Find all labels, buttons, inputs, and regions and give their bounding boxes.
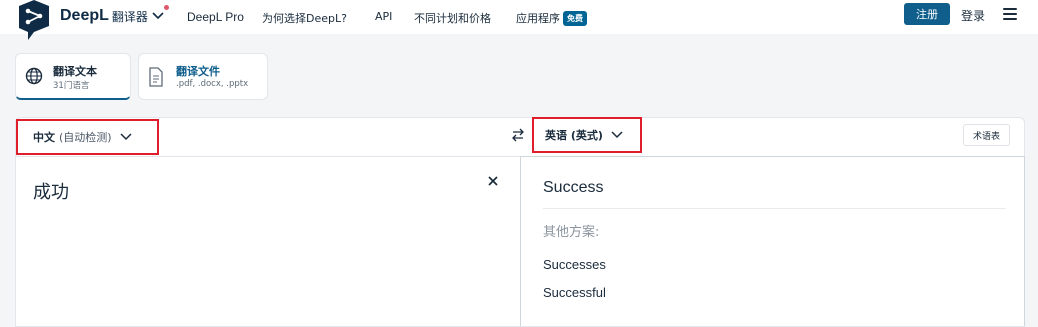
- tab-translate-files[interactable]: 翻译文件 .pdf, .docx, .pptx: [138, 53, 268, 100]
- target-language: 英语 (英式): [545, 129, 603, 142]
- source-language-select[interactable]: 中文 (自动检测): [16, 119, 159, 155]
- nav-apps-label: 应用程序: [516, 12, 560, 25]
- nav-api[interactable]: API: [375, 10, 392, 23]
- nav-why-deepl[interactable]: 为何选择DeepL?: [262, 10, 347, 26]
- brand-name: DeepL: [60, 7, 109, 24]
- chevron-down-icon: [120, 133, 132, 141]
- globe-icon: [25, 67, 43, 85]
- hamburger-menu-icon[interactable]: [1003, 8, 1017, 23]
- chevron-down-icon: [611, 131, 623, 139]
- glossary-button[interactable]: 术语表: [963, 124, 1010, 146]
- swap-languages-icon[interactable]: [511, 127, 525, 143]
- alternative-item[interactable]: Successful: [543, 285, 606, 300]
- alternatives-label: 其他方案:: [543, 225, 600, 240]
- brand-subtitle: 翻译器: [111, 9, 148, 24]
- chevron-down-icon: [152, 12, 164, 20]
- document-icon: [149, 67, 163, 87]
- auto-detect-label: (自动检测): [59, 131, 112, 144]
- deepl-logo[interactable]: [16, 0, 52, 40]
- nav-apps[interactable]: 应用程序 免费: [516, 10, 587, 26]
- free-badge: 免费: [563, 11, 587, 26]
- tab-file-subtitle: .pdf, .docx, .pptx: [176, 79, 249, 89]
- output-divider: [543, 208, 1006, 209]
- tab-text-subtitle: 31门语言: [53, 81, 90, 91]
- alternative-item[interactable]: Successes: [543, 257, 606, 272]
- source-text-input[interactable]: 成功: [33, 178, 69, 204]
- nav-deepl-pro[interactable]: DeepL Pro: [187, 10, 244, 24]
- brand-dropdown[interactable]: DeepL 翻译器: [60, 5, 169, 25]
- close-icon[interactable]: [486, 174, 500, 188]
- target-text-output[interactable]: Success: [543, 179, 603, 197]
- target-language-select[interactable]: 英语 (英式): [532, 117, 642, 153]
- signup-button[interactable]: 注册: [904, 3, 950, 25]
- tab-text-title: 翻译文本: [53, 65, 97, 78]
- source-language: 中文: [33, 131, 55, 144]
- login-link[interactable]: 登录: [961, 7, 985, 24]
- nav-pricing[interactable]: 不同计划和价格: [414, 10, 491, 26]
- top-header: DeepL 翻译器 DeepL Pro 为何选择DeepL? API 不同计划和…: [0, 0, 1038, 40]
- tab-translate-text[interactable]: 翻译文本 31门语言: [15, 53, 131, 100]
- notification-dot: [164, 5, 169, 10]
- tab-file-title: 翻译文件: [176, 65, 220, 78]
